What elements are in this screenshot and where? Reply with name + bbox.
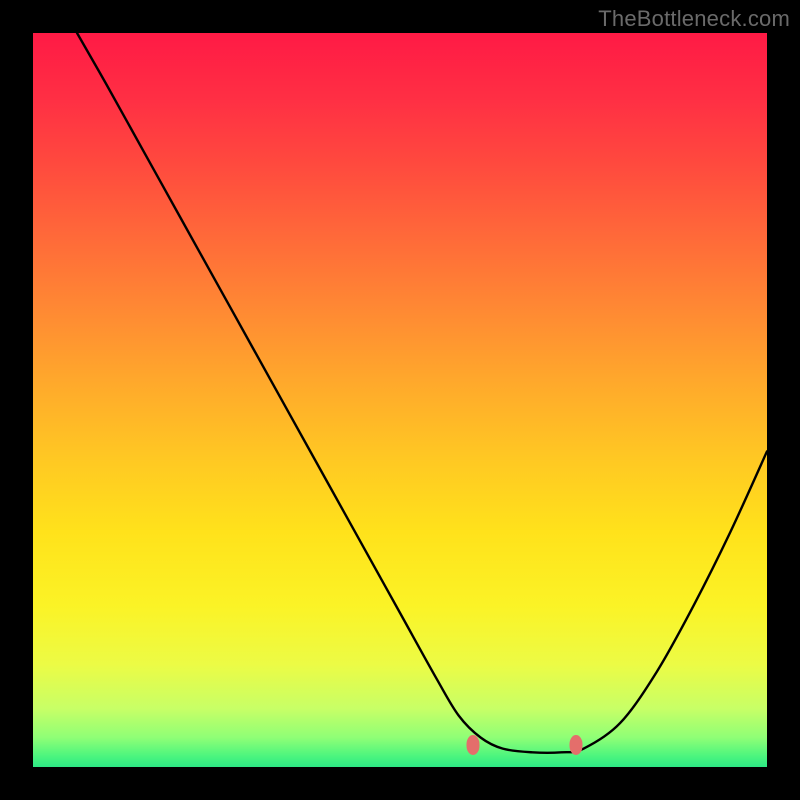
attribution-text: TheBottleneck.com xyxy=(598,6,790,32)
optimal-marker-left xyxy=(467,735,480,755)
plot-area xyxy=(33,33,767,767)
optimal-marker-right xyxy=(570,735,583,755)
chart-frame: TheBottleneck.com xyxy=(0,0,800,800)
bottleneck-curve xyxy=(33,33,767,767)
